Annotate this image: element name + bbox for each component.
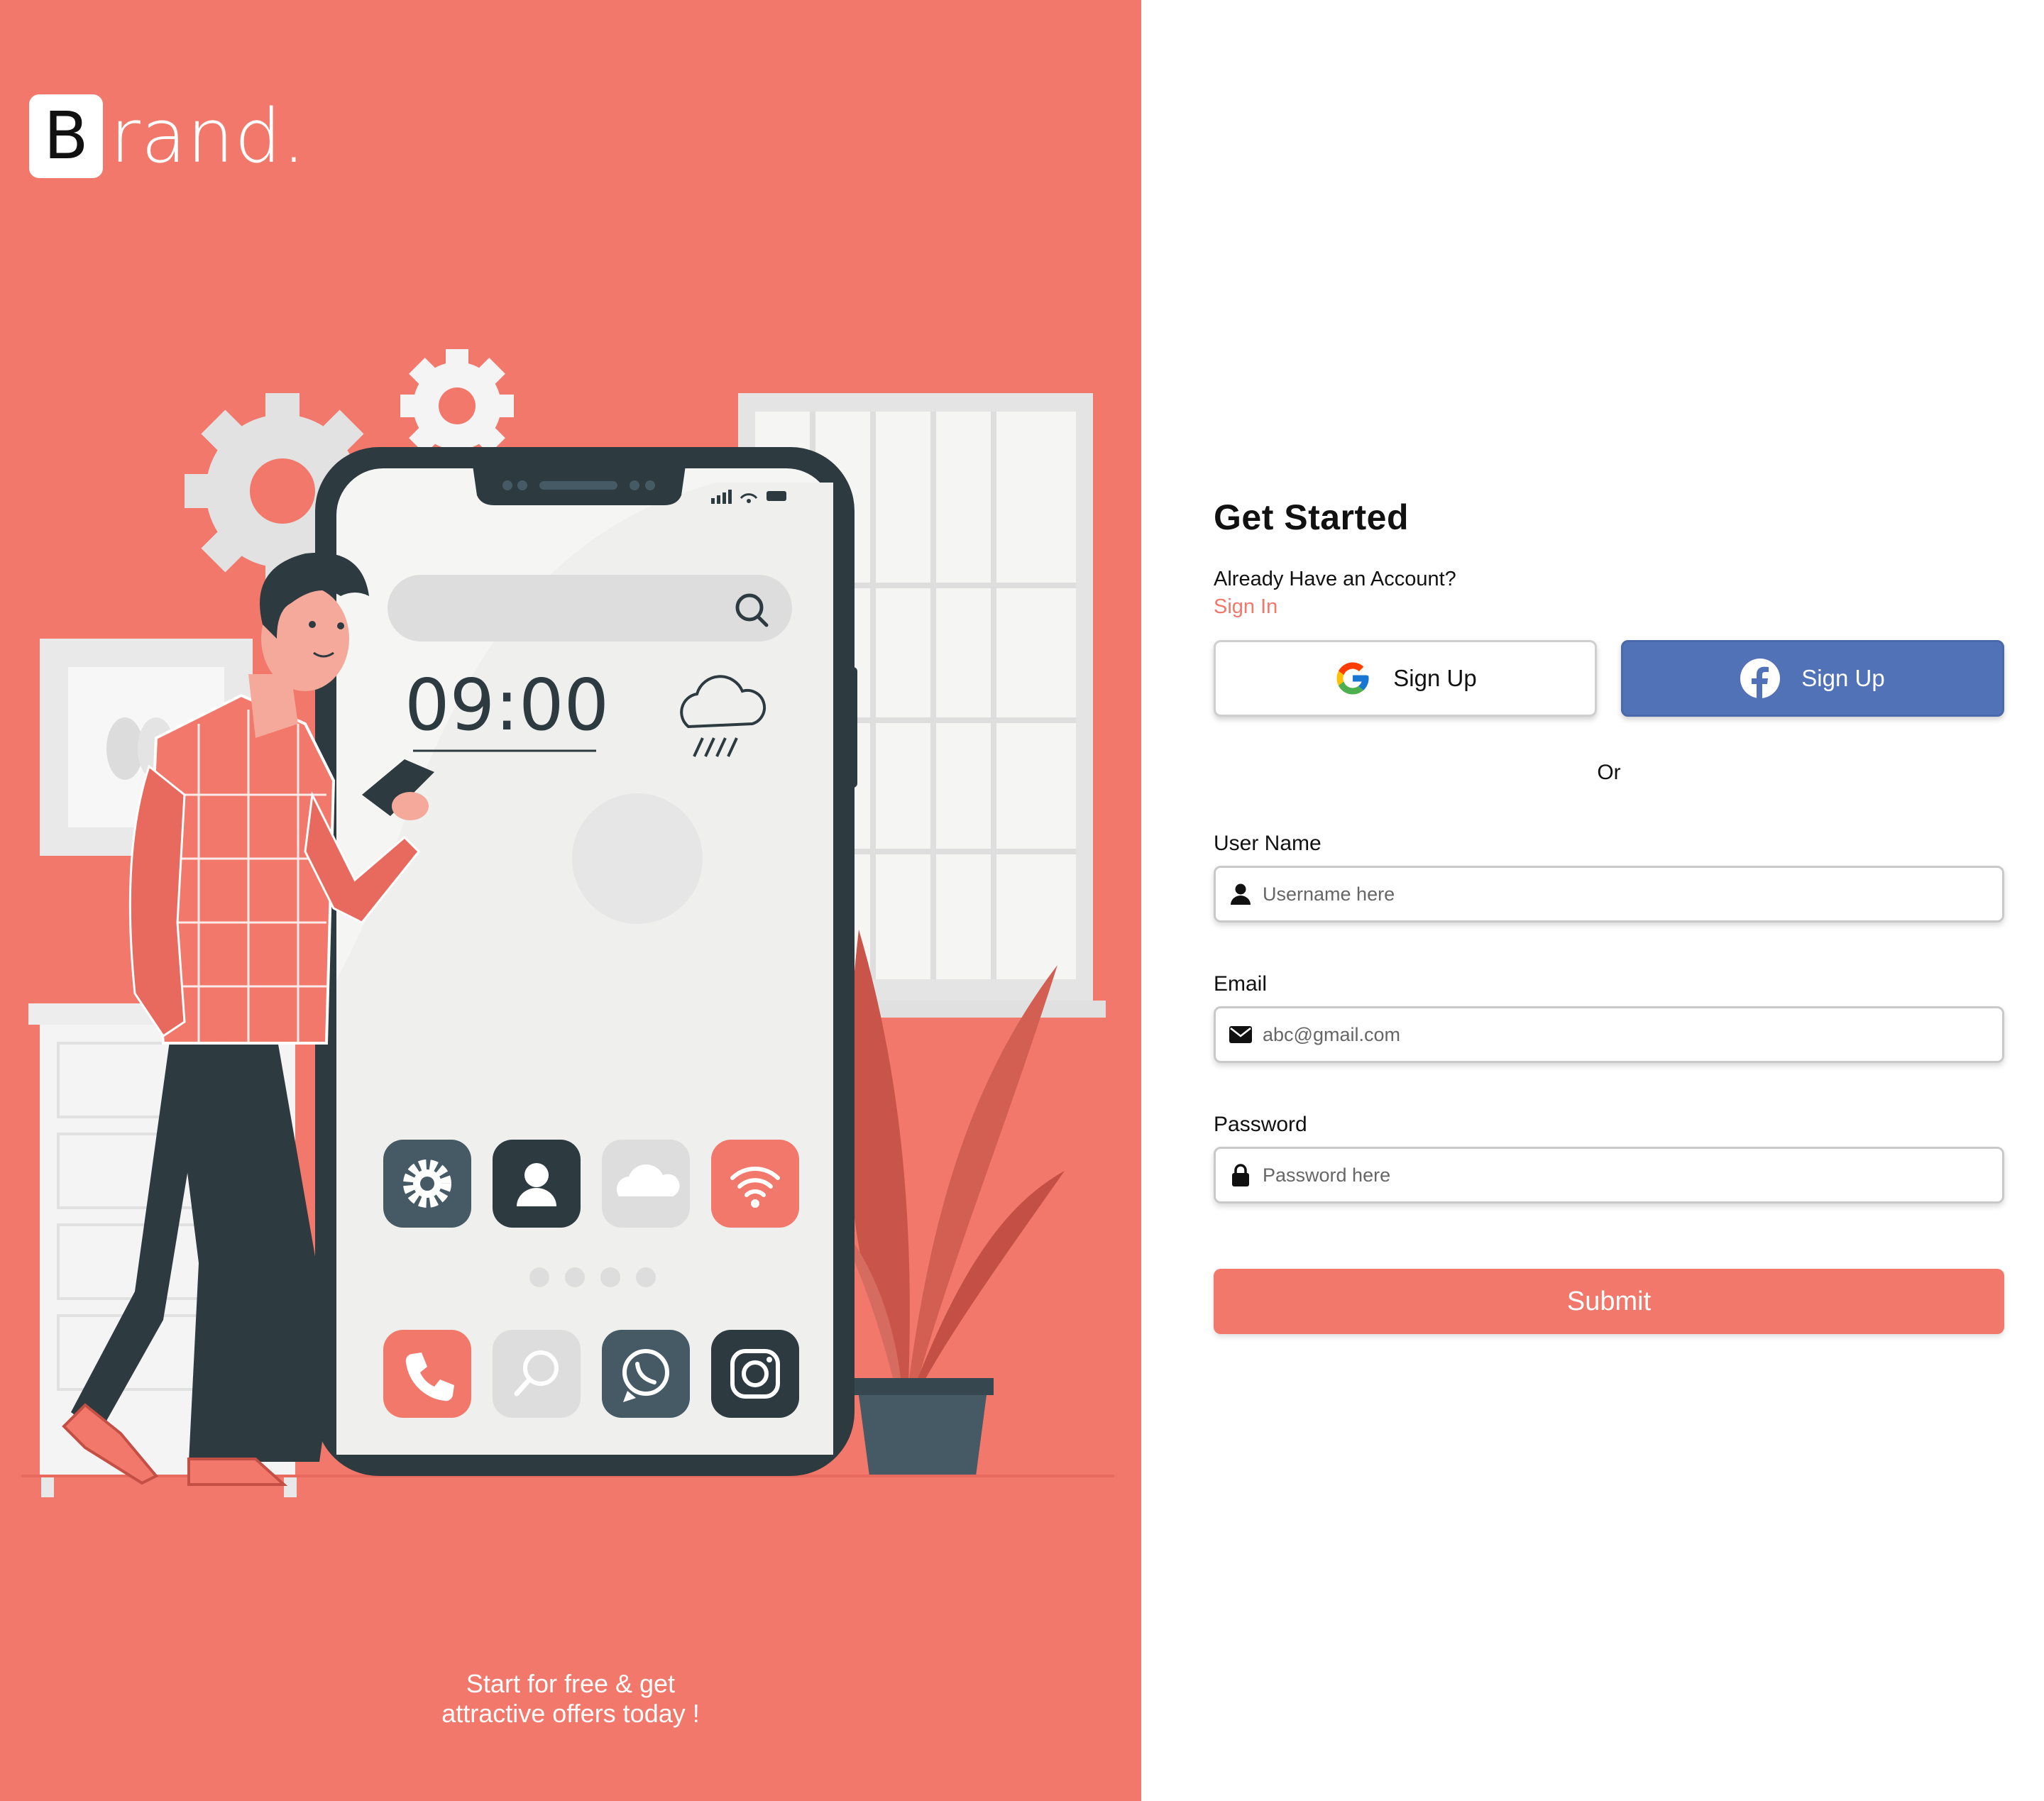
- right-panel: Get Started Already Have an Account? Sig…: [1141, 0, 2044, 1801]
- app-settings-icon: [383, 1140, 471, 1228]
- app-phone-icon: [383, 1330, 471, 1418]
- hero-illustration: 09:00: [21, 349, 1114, 1497]
- already-have-account-text: Already Have an Account?: [1214, 568, 1456, 590]
- facebook-icon: [1740, 659, 1781, 698]
- app-user-icon: [493, 1140, 581, 1228]
- app-whatsapp-icon: [602, 1330, 690, 1418]
- google-signup-label: Sign Up: [1393, 665, 1477, 691]
- username-field[interactable]: [1214, 866, 2004, 922]
- username-input[interactable]: [1263, 873, 1987, 915]
- google-signup-button[interactable]: Sign Up: [1214, 640, 1597, 717]
- email-label: Email: [1214, 972, 1268, 996]
- brand-logo-box: B: [29, 94, 103, 178]
- page-title: Get Started: [1214, 497, 1410, 537]
- gear-small-decoration: [400, 349, 514, 463]
- app-instagram-icon: [711, 1330, 799, 1418]
- username-label: User Name: [1214, 832, 1322, 855]
- email-field[interactable]: [1214, 1006, 2004, 1063]
- sign-in-link[interactable]: Sign In: [1214, 595, 1278, 619]
- signup-form: Get Started Already Have an Account? Sig…: [1214, 497, 2004, 1334]
- password-field[interactable]: [1214, 1147, 2004, 1204]
- google-icon: [1336, 662, 1369, 695]
- submit-button[interactable]: Submit: [1214, 1269, 2004, 1334]
- password-input[interactable]: [1263, 1154, 1987, 1196]
- brand-logo-text: rand.: [110, 93, 307, 180]
- left-panel: B rand. 09:00 Start for free & get attra…: [0, 0, 1141, 1801]
- or-divider: Or: [1597, 761, 1621, 784]
- brand-logo: B rand.: [29, 93, 306, 180]
- tagline-line-1: Start for free & get: [466, 1669, 676, 1698]
- facebook-signup-button[interactable]: Sign Up: [1621, 640, 2004, 717]
- email-input[interactable]: [1263, 1013, 1987, 1056]
- phone-mockup: 09:00: [315, 447, 857, 1476]
- lock-icon: [1229, 1163, 1253, 1187]
- facebook-signup-label: Sign Up: [1801, 665, 1885, 691]
- phone-clock: 09:00: [405, 663, 609, 747]
- app-search-icon: [493, 1330, 581, 1418]
- password-label: Password: [1214, 1113, 1307, 1136]
- brand-logo-letter: B: [43, 98, 89, 174]
- envelope-icon: [1229, 1023, 1253, 1047]
- app-wifi-icon: [711, 1140, 799, 1228]
- tagline-line-2: attractive offers today !: [441, 1699, 700, 1728]
- tagline: Start for free & get attractive offers t…: [0, 1669, 1141, 1729]
- app-cloud-icon: [602, 1140, 690, 1228]
- phone-search-bar: [388, 575, 792, 641]
- social-signup-row: Sign Up Sign Up: [1214, 640, 2004, 717]
- user-icon: [1229, 882, 1253, 906]
